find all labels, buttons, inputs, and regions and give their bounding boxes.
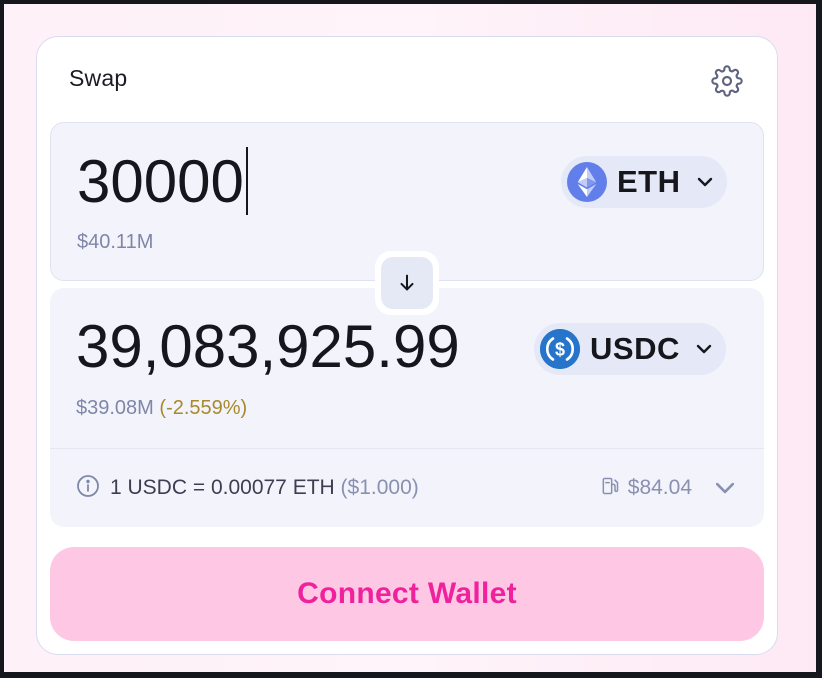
sell-token-symbol: ETH [617,164,681,199]
usdc-icon: $ [540,329,580,369]
price-impact: (-2.559%) [159,397,248,419]
sell-usd-value: $40.11M [77,231,154,253]
exchange-rate-usd: ($1.000) [340,476,419,499]
buy-usd-row: $39.08M (-2.559%) [76,397,247,420]
page-background: Swap 30000 $40.11M ETH 39,083,925.99 $39… [4,4,816,672]
swap-card: Swap 30000 $40.11M ETH 39,083,925.99 $39… [36,36,778,655]
sell-amount-value: 30000 [77,147,244,215]
chevron-down-icon [694,339,714,359]
buy-token-symbol: USDC [590,331,680,366]
buy-panel: 39,083,925.99 $39.08M (-2.559%) $ USDC 1… [50,288,764,527]
connect-wallet-button[interactable]: Connect Wallet [50,547,764,641]
ethereum-icon [567,162,607,202]
switch-direction-inner [381,257,433,309]
sell-amount-input[interactable]: 30000 [77,145,497,217]
info-icon [76,474,100,503]
buy-usd-value: $39.08M [76,397,154,419]
exchange-rate: 1 USDC = 0.00077 ETH ($1.000) [110,476,419,500]
buy-amount-value[interactable]: 39,083,925.99 [76,312,460,381]
chevron-down-icon[interactable] [712,475,738,501]
svg-text:$: $ [555,340,565,360]
sell-token-selector[interactable]: ETH [561,156,727,208]
switch-direction-button[interactable] [375,251,439,315]
settings-button[interactable] [709,63,745,99]
buy-token-selector[interactable]: $ USDC [534,323,726,375]
chevron-down-icon [695,172,715,192]
gear-icon [711,65,743,97]
text-caret [245,147,248,215]
arrow-down-icon [400,274,414,291]
gas-pump-icon [600,476,620,501]
exchange-rate-value: 1 USDC = 0.00077 ETH [110,476,335,499]
swap-title: Swap [69,65,128,91]
rate-details-row[interactable]: 1 USDC = 0.00077 ETH ($1.000) $84.04 [50,449,764,527]
gas-fee: $84.04 [600,476,692,501]
gas-fee-value: $84.04 [627,476,692,499]
